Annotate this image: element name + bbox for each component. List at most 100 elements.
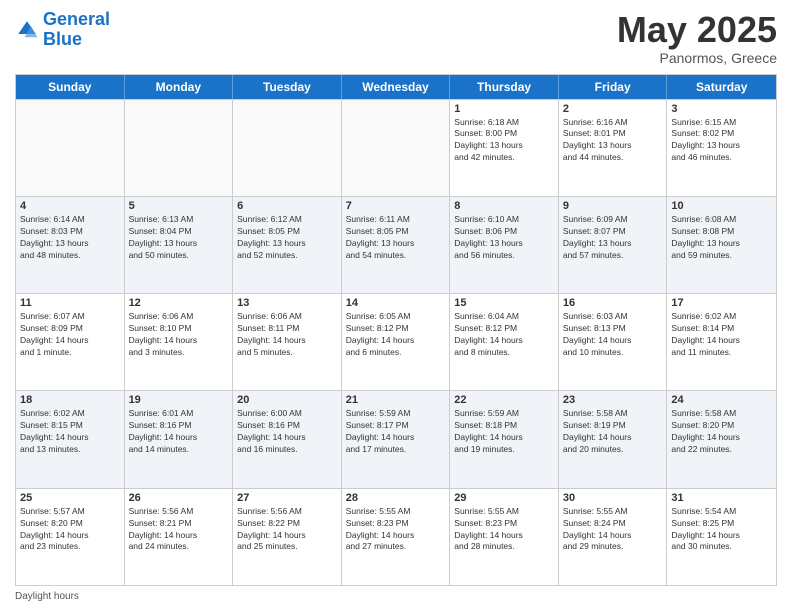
day-info: Sunrise: 6:14 AM Sunset: 8:03 PM Dayligh… [20,214,120,262]
calendar-cell: 27 Sunrise: 5:56 AM Sunset: 8:22 PM Dayli… [233,489,342,585]
day-info: Sunrise: 6:13 AM Sunset: 8:04 PM Dayligh… [129,214,229,262]
day-number: 3 [671,103,772,115]
calendar-cell: 14Sunrise: 6:05 AM Sunset: 8:12 PM Dayli… [342,294,451,390]
calendar-cell: 16 Sunrise: 6:03 AM Sunset: 8:13 PM Dayli… [559,294,668,390]
calendar-cell: 25Sunrise: 5:57 AM Sunset: 8:20 PM Dayli… [16,489,125,585]
calendar-header: SundayMondayTuesdayWednesdayThursdayFrid… [16,75,776,99]
day-info: Sunrise: 5:56 AM Sunset: 8:22 PM Dayligh… [237,506,337,554]
day-number: 30 [563,492,663,504]
cal-header-day: Monday [125,75,234,99]
day-info: Sunrise: 5:57 AM Sunset: 8:20 PM Dayligh… [20,506,120,554]
day-number: 6 [237,200,337,212]
subtitle: Panormos, Greece [617,50,777,66]
calendar-cell [16,100,125,196]
day-info: Sunrise: 6:01 AM Sunset: 8:16 PM Dayligh… [129,408,229,456]
logo-icon [15,18,39,42]
calendar-cell [125,100,234,196]
day-info: Sunrise: 5:55 AM Sunset: 8:23 PM Dayligh… [346,506,446,554]
day-number: 4 [20,200,120,212]
day-info: Sunrise: 6:03 AM Sunset: 8:13 PM Dayligh… [563,311,663,359]
day-number: 14 [346,297,446,309]
day-info: Sunrise: 6:10 AM Sunset: 8:06 PM Dayligh… [454,214,554,262]
day-number: 11 [20,297,120,309]
day-info: Sunrise: 5:55 AM Sunset: 8:23 PM Dayligh… [454,506,554,554]
day-number: 5 [129,200,229,212]
day-number: 1 [454,103,554,115]
calendar-row: 18Sunrise: 6:02 AM Sunset: 8:15 PM Dayli… [16,390,776,487]
day-info: Sunrise: 6:16 AM Sunset: 8:01 PM Dayligh… [563,117,663,165]
day-number: 17 [671,297,772,309]
day-number: 2 [563,103,663,115]
day-number: 24 [671,394,772,406]
day-info: Sunrise: 5:59 AM Sunset: 8:18 PM Dayligh… [454,408,554,456]
day-number: 20 [237,394,337,406]
header: General Blue May 2025 Panormos, Greece [15,10,777,66]
title-block: May 2025 Panormos, Greece [617,10,777,66]
cal-header-day: Thursday [450,75,559,99]
calendar-cell: 26 Sunrise: 5:56 AM Sunset: 8:21 PM Dayli… [125,489,234,585]
calendar-cell: 10 Sunrise: 6:08 AM Sunset: 8:08 PM Dayli… [667,197,776,293]
day-info: Sunrise: 5:55 AM Sunset: 8:24 PM Dayligh… [563,506,663,554]
page: General Blue May 2025 Panormos, Greece S… [0,0,792,612]
main-title: May 2025 [617,10,777,50]
calendar-cell: 1 Sunrise: 6:18 AM Sunset: 8:00 PM Daylig… [450,100,559,196]
day-number: 19 [129,394,229,406]
calendar-row: 4 Sunrise: 6:14 AM Sunset: 8:03 PM Daylig… [16,196,776,293]
day-number: 27 [237,492,337,504]
calendar-cell: 6Sunrise: 6:12 AM Sunset: 8:05 PM Daylig… [233,197,342,293]
calendar-cell: 31Sunrise: 5:54 AM Sunset: 8:25 PM Dayli… [667,489,776,585]
day-number: 29 [454,492,554,504]
day-info: Sunrise: 5:59 AM Sunset: 8:17 PM Dayligh… [346,408,446,456]
calendar-cell: 24 Sunrise: 5:58 AM Sunset: 8:20 PM Dayli… [667,391,776,487]
day-info: Sunrise: 6:09 AM Sunset: 8:07 PM Dayligh… [563,214,663,262]
calendar-cell: 11Sunrise: 6:07 AM Sunset: 8:09 PM Dayli… [16,294,125,390]
day-number: 7 [346,200,446,212]
calendar-cell: 15 Sunrise: 6:04 AM Sunset: 8:12 PM Dayli… [450,294,559,390]
day-info: Sunrise: 6:15 AM Sunset: 8:02 PM Dayligh… [671,117,772,165]
day-number: 13 [237,297,337,309]
day-number: 16 [563,297,663,309]
calendar-cell: 21Sunrise: 5:59 AM Sunset: 8:17 PM Dayli… [342,391,451,487]
cal-header-day: Saturday [667,75,776,99]
logo-text: General Blue [43,10,110,50]
day-info: Sunrise: 6:02 AM Sunset: 8:14 PM Dayligh… [671,311,772,359]
day-number: 9 [563,200,663,212]
calendar-cell: 8 Sunrise: 6:10 AM Sunset: 8:06 PM Daylig… [450,197,559,293]
calendar-cell: 17 Sunrise: 6:02 AM Sunset: 8:14 PM Dayli… [667,294,776,390]
calendar: SundayMondayTuesdayWednesdayThursdayFrid… [15,74,777,586]
day-info: Sunrise: 5:58 AM Sunset: 8:20 PM Dayligh… [671,408,772,456]
day-number: 10 [671,200,772,212]
cal-header-day: Wednesday [342,75,451,99]
calendar-cell [342,100,451,196]
calendar-cell: 7 Sunrise: 6:11 AM Sunset: 8:05 PM Daylig… [342,197,451,293]
day-number: 26 [129,492,229,504]
calendar-cell: 9 Sunrise: 6:09 AM Sunset: 8:07 PM Daylig… [559,197,668,293]
footer: Daylight hours [15,591,777,602]
day-number: 28 [346,492,446,504]
day-info: Sunrise: 5:56 AM Sunset: 8:21 PM Dayligh… [129,506,229,554]
day-number: 15 [454,297,554,309]
calendar-cell: 19 Sunrise: 6:01 AM Sunset: 8:16 PM Dayli… [125,391,234,487]
calendar-cell: 29 Sunrise: 5:55 AM Sunset: 8:23 PM Dayli… [450,489,559,585]
logo-line2: Blue [43,29,82,49]
calendar-cell: 28 Sunrise: 5:55 AM Sunset: 8:23 PM Dayli… [342,489,451,585]
calendar-cell: 20 Sunrise: 6:00 AM Sunset: 8:16 PM Dayli… [233,391,342,487]
calendar-row: 1 Sunrise: 6:18 AM Sunset: 8:00 PM Daylig… [16,99,776,196]
calendar-cell: 18Sunrise: 6:02 AM Sunset: 8:15 PM Dayli… [16,391,125,487]
calendar-body: 1 Sunrise: 6:18 AM Sunset: 8:00 PM Daylig… [16,99,776,585]
logo-line1: General [43,9,110,29]
calendar-row: 11Sunrise: 6:07 AM Sunset: 8:09 PM Dayli… [16,293,776,390]
day-info: Sunrise: 6:08 AM Sunset: 8:08 PM Dayligh… [671,214,772,262]
cal-header-day: Friday [559,75,668,99]
day-info: Sunrise: 6:18 AM Sunset: 8:00 PM Dayligh… [454,117,554,165]
day-number: 8 [454,200,554,212]
day-info: Sunrise: 6:04 AM Sunset: 8:12 PM Dayligh… [454,311,554,359]
calendar-cell: 12Sunrise: 6:06 AM Sunset: 8:10 PM Dayli… [125,294,234,390]
calendar-cell: 2 Sunrise: 6:16 AM Sunset: 8:01 PM Daylig… [559,100,668,196]
calendar-cell: 30 Sunrise: 5:55 AM Sunset: 8:24 PM Dayli… [559,489,668,585]
day-info: Sunrise: 6:11 AM Sunset: 8:05 PM Dayligh… [346,214,446,262]
day-info: Sunrise: 6:02 AM Sunset: 8:15 PM Dayligh… [20,408,120,456]
calendar-cell [233,100,342,196]
day-info: Sunrise: 5:58 AM Sunset: 8:19 PM Dayligh… [563,408,663,456]
day-info: Sunrise: 6:00 AM Sunset: 8:16 PM Dayligh… [237,408,337,456]
